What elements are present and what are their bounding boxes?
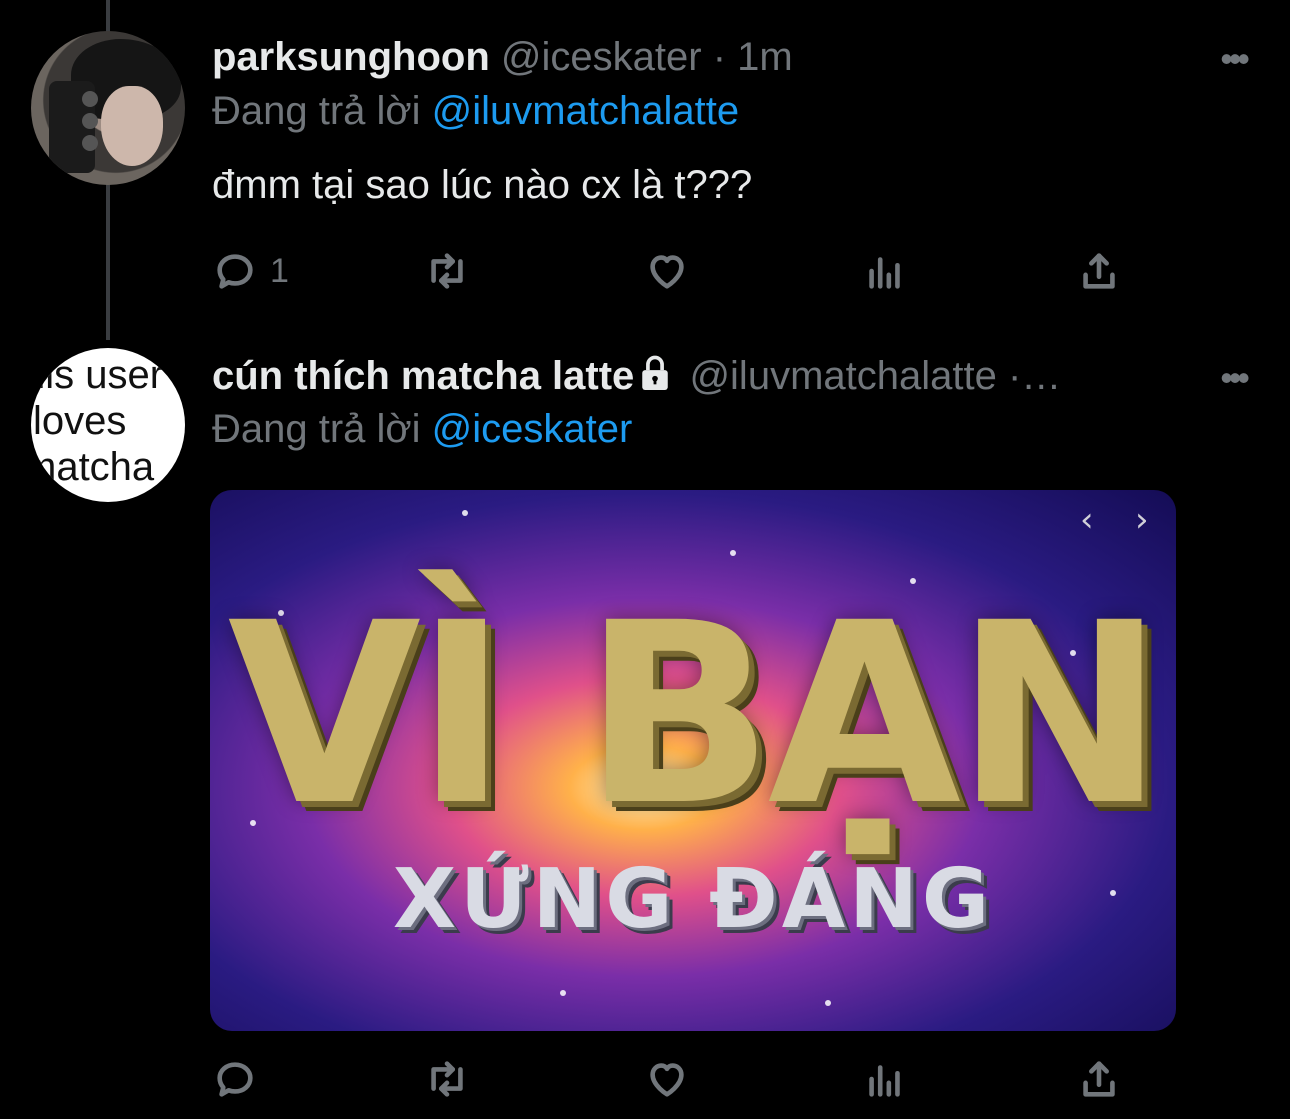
avatar-text-line: loves bbox=[33, 399, 127, 443]
views-button[interactable] bbox=[862, 245, 908, 297]
image-title-line-2: XỨNG ĐÁNG bbox=[392, 852, 994, 947]
user-handle[interactable]: @iluvmatchalatte bbox=[689, 354, 996, 398]
avatar[interactable]: his user loves matcha bbox=[31, 348, 185, 502]
image-prev-icon[interactable]: ‹ bbox=[1080, 500, 1094, 540]
avatar-text-line: his user bbox=[31, 353, 164, 397]
replying-prefix: Đang trả lời bbox=[212, 407, 421, 451]
tweet-media-image[interactable]: ‹ › VÌ BẠN XỨNG ĐÁNG bbox=[210, 490, 1176, 1031]
more-icon[interactable]: ••• bbox=[1220, 357, 1250, 399]
replying-to: Đang trả lời @iluvmatchalatte bbox=[212, 87, 739, 135]
views-icon bbox=[869, 257, 900, 289]
tweet-text: đmm tại sao lúc nào cx là t??? bbox=[212, 163, 753, 207]
like-button[interactable] bbox=[644, 245, 690, 297]
replying-to: Đang trả lời @iceskater bbox=[212, 405, 632, 453]
time-separator: ·… bbox=[1007, 354, 1062, 398]
display-name[interactable]: cún thích matcha latte bbox=[212, 354, 634, 398]
tweet-actions: 1 bbox=[212, 245, 1132, 297]
retweet-icon bbox=[431, 1061, 463, 1097]
tweet-header: cún thích matcha latte @iluvmatchalatte … bbox=[212, 352, 1061, 400]
reply-icon bbox=[217, 1062, 253, 1097]
reply-count: 1 bbox=[270, 251, 289, 290]
share-icon bbox=[1083, 253, 1115, 289]
reply-icon bbox=[217, 254, 253, 289]
reply-button[interactable] bbox=[212, 1053, 258, 1105]
reply-button[interactable]: 1 bbox=[212, 245, 289, 297]
replying-mention[interactable]: @iceskater bbox=[432, 407, 633, 451]
image-next-icon[interactable]: › bbox=[1135, 500, 1149, 540]
tweet-header: parksunghoon @iceskater · 1m bbox=[212, 33, 793, 81]
like-icon bbox=[650, 1063, 684, 1097]
share-button[interactable] bbox=[1076, 1053, 1122, 1105]
replying-mention[interactable]: @iluvmatchalatte bbox=[432, 89, 739, 133]
avatar-text-line: matcha bbox=[31, 445, 155, 489]
tweet-actions bbox=[212, 1053, 1132, 1105]
retweet-button[interactable] bbox=[424, 1053, 470, 1105]
like-button[interactable] bbox=[644, 1053, 690, 1105]
replying-prefix: Đang trả lời bbox=[212, 89, 421, 133]
avatar-phone bbox=[49, 81, 98, 173]
display-name[interactable]: parksunghoon bbox=[212, 35, 490, 79]
more-icon[interactable]: ••• bbox=[1220, 38, 1250, 80]
image-title-line-1: VÌ BẠN bbox=[227, 569, 1165, 860]
share-button[interactable] bbox=[1076, 245, 1122, 297]
like-icon bbox=[650, 255, 684, 289]
timestamp[interactable]: 1m bbox=[737, 35, 793, 79]
retweet-icon bbox=[431, 253, 463, 289]
user-handle[interactable]: @iceskater bbox=[501, 35, 702, 79]
views-icon bbox=[869, 1065, 900, 1097]
retweet-button[interactable] bbox=[424, 245, 470, 297]
avatar[interactable] bbox=[31, 31, 185, 185]
time-separator: · bbox=[712, 35, 727, 79]
share-icon bbox=[1083, 1061, 1115, 1097]
views-button[interactable] bbox=[862, 1053, 908, 1105]
avatar-face bbox=[101, 86, 163, 166]
lock-icon bbox=[642, 355, 669, 390]
